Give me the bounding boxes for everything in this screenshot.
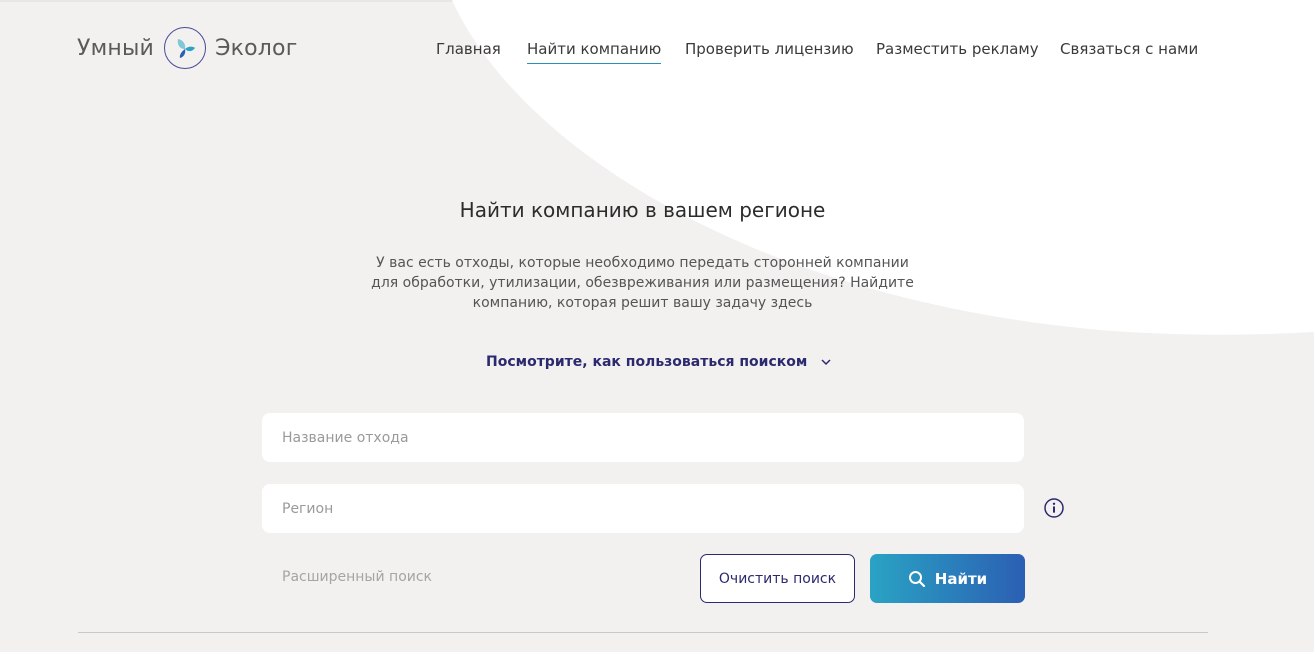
background-curve [452, 0, 1314, 335]
find-button[interactable]: Найти [870, 554, 1025, 603]
nav-item-contact[interactable]: Связаться с нами [1060, 40, 1198, 62]
divider [78, 632, 1208, 633]
page-description: У вас есть отходы, которые необходимо пе… [360, 253, 925, 313]
nav-item-label: Найти компанию [527, 40, 662, 58]
search-icon [908, 570, 926, 588]
description-line: компанию, которая решит вашу задачу здес… [472, 295, 813, 311]
nav-item-place-ad[interactable]: Разместить рекламу [876, 40, 1039, 62]
search-help-toggle[interactable]: Посмотрите, как пользоваться поиском [486, 354, 831, 370]
clear-search-button[interactable]: Очистить поиск [700, 554, 855, 603]
leaf-icon [164, 27, 207, 69]
description-line: У вас есть отходы, которые необходимо пе… [376, 255, 909, 271]
logo-word-right: Эколог [215, 35, 298, 61]
clear-search-label: Очистить поиск [718, 570, 837, 587]
logo-word-left: Умный [77, 35, 155, 61]
chevron-down-icon [821, 354, 831, 370]
nav-item-home[interactable]: Главная [436, 40, 501, 62]
nav-item-label: Разместить рекламу [876, 40, 1039, 58]
top-border [0, 0, 1314, 2]
description-line: для обработки, утилизации, обезвреживани… [371, 275, 914, 291]
nav-item-check-license[interactable]: Проверить лицензию [685, 40, 854, 62]
page-title: Найти компанию в вашем регионе [459, 198, 826, 222]
region-input[interactable]: Регион [262, 484, 1024, 533]
nav-item-label: Главная [436, 40, 501, 58]
info-icon[interactable] [1044, 498, 1064, 518]
nav-item-label: Связаться с нами [1060, 40, 1199, 58]
logo[interactable]: Умный Эколог [77, 24, 297, 72]
advanced-search-link[interactable]: Расширенный поиск [282, 569, 432, 585]
nav-item-label: Проверить лицензию [685, 40, 854, 58]
waste-name-placeholder: Название отхода [282, 429, 409, 446]
waste-name-input[interactable]: Название отхода [262, 413, 1024, 462]
nav-item-find-company[interactable]: Найти компанию [527, 40, 662, 64]
find-button-label: Найти [934, 569, 988, 588]
region-placeholder: Регион [282, 500, 334, 517]
search-help-label: Посмотрите, как пользоваться поиском [486, 354, 808, 370]
